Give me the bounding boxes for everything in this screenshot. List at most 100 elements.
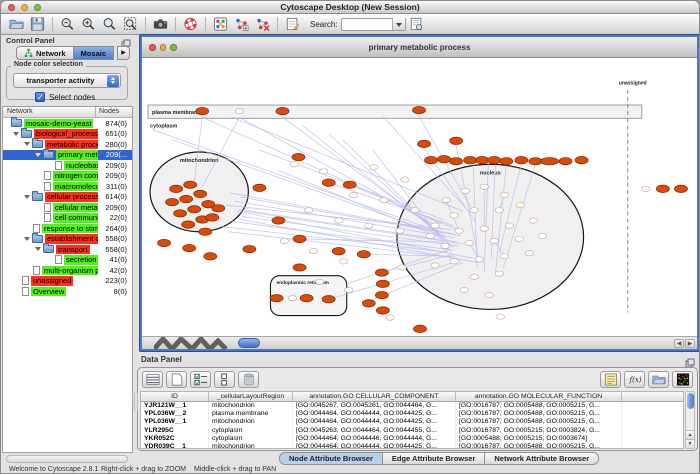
- disclosure-triangle-icon[interactable]: [24, 142, 30, 146]
- graph-node-small[interactable]: [470, 208, 478, 213]
- graph-node[interactable]: [464, 157, 477, 164]
- graph-node[interactable]: [362, 300, 375, 307]
- create-network-icon[interactable]: [232, 16, 251, 33]
- table-row[interactable]: YPL036W__2plasma membrane[GO:0044464, GO…: [141, 410, 683, 418]
- graph-node-small[interactable]: [288, 296, 296, 301]
- tree-row[interactable]: nitrogen compo209(0): [3, 171, 132, 182]
- graph-node-small[interactable]: [465, 240, 473, 245]
- tree-row[interactable]: establishment of lo558(0): [3, 234, 132, 245]
- graph-node[interactable]: [322, 179, 335, 186]
- save-session-icon[interactable]: [28, 16, 47, 33]
- disclosure-triangle-icon[interactable]: [35, 153, 41, 157]
- table-column-header[interactable]: annotation.GO MOLECULAR_FUNCTION: [456, 392, 622, 401]
- column-grid-icon[interactable]: [142, 371, 163, 388]
- search-input[interactable]: [342, 19, 392, 30]
- graph-node-small[interactable]: [642, 186, 650, 191]
- table-row[interactable]: YDR039C__1mitochondrion[GO:0044464, GO:0…: [141, 443, 683, 449]
- table-row[interactable]: YKR052Ccytoplasm[GO:0044464, GO:0044446,…: [141, 435, 683, 443]
- import-icon[interactable]: [648, 371, 669, 388]
- graph-node[interactable]: [357, 251, 370, 258]
- attribute-dropdown[interactable]: transporter activity: [13, 73, 121, 88]
- graph-node[interactable]: [559, 158, 572, 165]
- tab-node-attribute-browser[interactable]: Node Attribute Browser: [279, 452, 383, 465]
- vizmapper-icon[interactable]: [211, 16, 230, 33]
- graph-node[interactable]: [292, 153, 305, 160]
- tree-row[interactable]: macromolecule311(0): [3, 181, 132, 192]
- graph-node[interactable]: [243, 245, 256, 252]
- graph-node[interactable]: [413, 325, 426, 332]
- tree-row[interactable]: cellular metabol209(0): [3, 202, 132, 213]
- graph-node-small[interactable]: [441, 243, 449, 248]
- graph-node-small[interactable]: [365, 223, 373, 228]
- graph-node-small[interactable]: [529, 218, 537, 223]
- graph-node-small[interactable]: [280, 238, 288, 243]
- table-column-header[interactable]: _cellularLayoutRegion: [209, 392, 293, 401]
- graph-node-small[interactable]: [505, 223, 513, 228]
- graph-node[interactable]: [276, 107, 289, 114]
- graph-node-small[interactable]: [350, 192, 358, 197]
- tree-row[interactable]: response to stimulu264(0): [3, 223, 132, 234]
- network-minimize-button[interactable]: [160, 44, 167, 51]
- graph-node[interactable]: [438, 156, 451, 163]
- table-row[interactable]: YLR295Ccytoplasm[GO:0045263, GO:0044464,…: [141, 427, 683, 435]
- graph-node-small[interactable]: [304, 208, 312, 213]
- graph-node[interactable]: [166, 198, 179, 205]
- graph-node-small[interactable]: [411, 208, 419, 213]
- minimize-button[interactable]: [21, 4, 28, 11]
- graph-node-small[interactable]: [398, 265, 406, 270]
- graph-node[interactable]: [375, 269, 388, 276]
- tree-row[interactable]: mosaic-demo-yeast874(0): [3, 118, 132, 129]
- graph-node-small[interactable]: [490, 238, 498, 243]
- graph-node-small[interactable]: [516, 203, 524, 208]
- graph-node[interactable]: [540, 158, 558, 165]
- table-vscrollbar[interactable]: ▲ ▼: [685, 391, 695, 449]
- help-icon[interactable]: [181, 16, 200, 33]
- zoom-out-icon[interactable]: [58, 16, 77, 33]
- graph-node-small[interactable]: [495, 208, 503, 213]
- graph-node-small[interactable]: [515, 236, 523, 241]
- graph-node[interactable]: [450, 158, 463, 165]
- graph-node-small[interactable]: [496, 314, 504, 319]
- table-row[interactable]: YJR121W__1mitochondrion[GO:0045267, GO:0…: [141, 402, 683, 410]
- graph-node[interactable]: [183, 244, 196, 251]
- disclosure-triangle-icon[interactable]: [13, 132, 19, 136]
- graph-node[interactable]: [343, 181, 356, 188]
- float-panel-icon[interactable]: [685, 355, 695, 365]
- annotation-icon[interactable]: [283, 16, 302, 33]
- graph-node[interactable]: [204, 253, 217, 260]
- network-close-button[interactable]: [149, 44, 156, 51]
- scroll-down-icon[interactable]: ▼: [686, 439, 694, 448]
- trash-icon[interactable]: [238, 371, 259, 388]
- graph-node-small[interactable]: [538, 233, 546, 238]
- zoom-fit-icon[interactable]: [121, 16, 140, 33]
- graph-node[interactable]: [174, 210, 187, 217]
- checklist-icon[interactable]: [190, 371, 211, 388]
- graph-node-small[interactable]: [431, 223, 439, 228]
- graph-node[interactable]: [253, 184, 266, 191]
- panel-divider[interactable]: [134, 393, 138, 411]
- graph-node[interactable]: [194, 190, 207, 197]
- graph-node[interactable]: [300, 295, 313, 302]
- hscroll-thumb[interactable]: [238, 338, 260, 348]
- graph-node[interactable]: [206, 214, 219, 221]
- tree-row[interactable]: transport558(0): [3, 244, 132, 255]
- graph-node[interactable]: [293, 264, 306, 271]
- graph-node[interactable]: [184, 181, 197, 188]
- graph-node-small[interactable]: [525, 251, 533, 256]
- graph-node-small[interactable]: [309, 249, 317, 254]
- network-hscrollbar[interactable]: ◀ ▶: [142, 336, 697, 349]
- graph-node[interactable]: [270, 295, 283, 302]
- network-zoom-button[interactable]: [170, 44, 177, 51]
- graph-node[interactable]: [500, 158, 513, 165]
- graph-node-small[interactable]: [396, 228, 404, 233]
- matrix-icon[interactable]: [672, 371, 693, 388]
- graph-node[interactable]: [674, 185, 687, 192]
- graph-node-small[interactable]: [500, 192, 508, 197]
- tree-column-network[interactable]: Network: [3, 107, 96, 117]
- select-nodes-checkbox[interactable]: ✓: [35, 92, 45, 102]
- graph-node[interactable]: [196, 107, 209, 114]
- graph-node-small[interactable]: [480, 226, 488, 231]
- zoom-button[interactable]: [34, 4, 41, 11]
- graph-node[interactable]: [425, 157, 438, 164]
- graph-node-small[interactable]: [345, 287, 353, 292]
